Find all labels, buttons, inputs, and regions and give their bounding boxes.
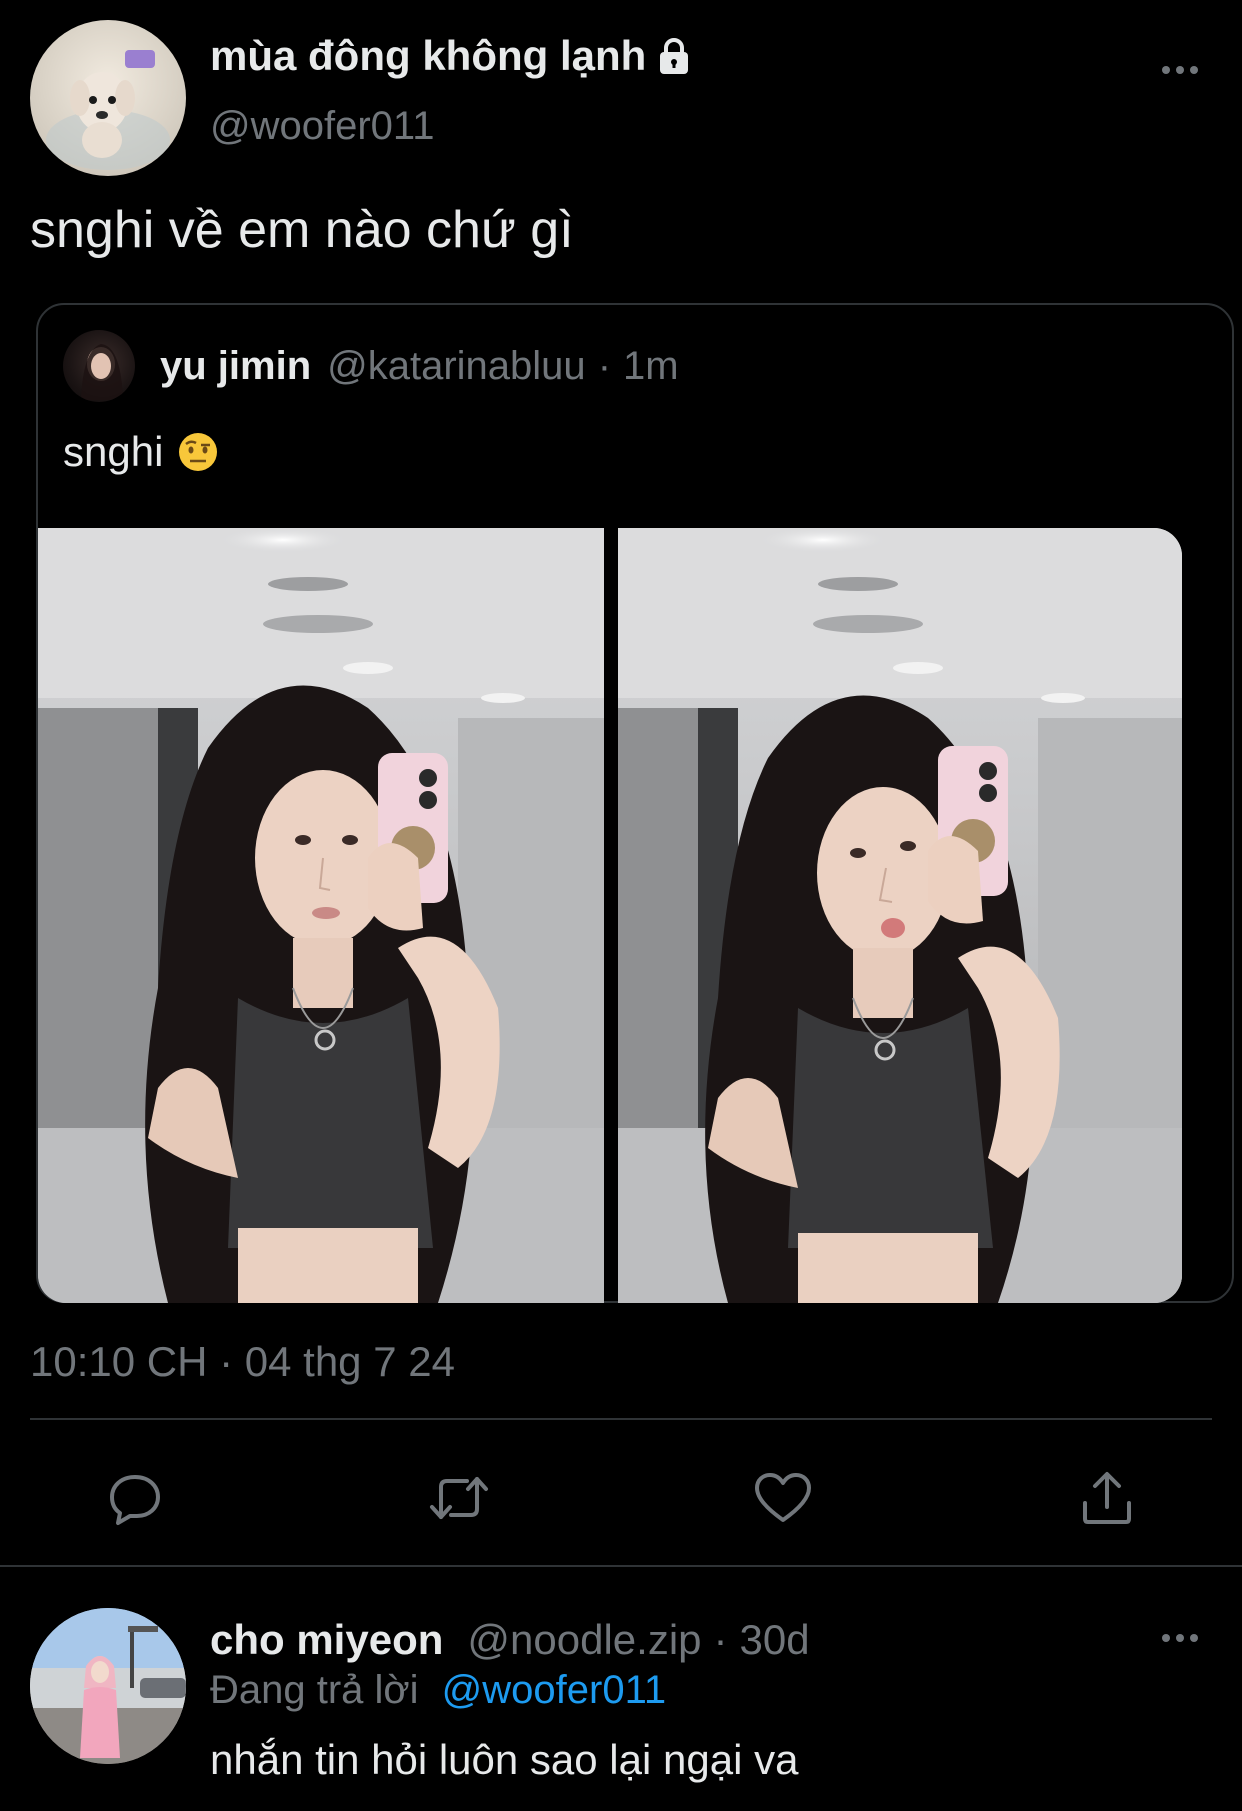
reply-header: cho miyeon @noodle.zip · 30d bbox=[210, 1616, 810, 1664]
retweet-icon[interactable] bbox=[427, 1466, 491, 1530]
quoted-author-name[interactable]: yu jimin bbox=[160, 344, 311, 389]
divider bbox=[30, 1418, 1212, 1420]
author-name[interactable]: mùa đông không lạnh bbox=[210, 32, 694, 80]
more-options-icon[interactable] bbox=[1150, 50, 1210, 90]
reply-icon[interactable] bbox=[103, 1466, 167, 1530]
author-handle[interactable]: @woofer011 bbox=[210, 104, 434, 149]
divider bbox=[0, 1565, 1242, 1567]
replying-to-mention[interactable]: @woofer011 bbox=[442, 1668, 666, 1712]
lock-icon bbox=[654, 36, 694, 76]
quoted-author-avatar bbox=[63, 330, 135, 402]
share-icon[interactable] bbox=[1075, 1466, 1139, 1530]
quoted-photo-1[interactable] bbox=[38, 528, 604, 1303]
quoted-photo-2[interactable] bbox=[618, 528, 1182, 1303]
heart-icon[interactable] bbox=[751, 1466, 815, 1530]
reply-author-handle[interactable]: @noodle.zip bbox=[467, 1616, 701, 1664]
author-avatar[interactable] bbox=[30, 20, 186, 176]
replying-to: Đang trả lời @woofer011 bbox=[210, 1668, 666, 1713]
quoted-author-handle[interactable]: @katarinabluu bbox=[327, 344, 586, 389]
quoted-tweet-text-content: snghi bbox=[63, 428, 164, 475]
raised-eyebrow-emoji-icon bbox=[177, 431, 219, 473]
quoted-separator: · bbox=[597, 344, 612, 388]
reply-text: nhắn tin hỏi luôn sao lại ngại va bbox=[210, 1736, 799, 1783]
tweet-timestamp[interactable]: 10:10 CH · 04 thg 7 24 bbox=[30, 1338, 455, 1386]
quoted-tweet-header: yu jimin @katarinabluu · 1m bbox=[160, 344, 679, 389]
reply-author-name[interactable]: cho miyeon bbox=[210, 1616, 443, 1664]
tweet-text: snghi về em nào chứ gì bbox=[30, 201, 574, 259]
more-options-icon[interactable] bbox=[1150, 1618, 1210, 1658]
replying-to-label: Đang trả lời bbox=[210, 1668, 419, 1712]
quoted-tweet-time: 1m bbox=[623, 344, 679, 388]
reply-time: 30d bbox=[739, 1616, 810, 1663]
author-name-text: mùa đông không lạnh bbox=[210, 32, 647, 79]
reply-separator: · bbox=[713, 1616, 728, 1663]
reply-author-avatar[interactable] bbox=[30, 1608, 186, 1764]
quoted-tweet-text: snghi bbox=[63, 428, 219, 476]
